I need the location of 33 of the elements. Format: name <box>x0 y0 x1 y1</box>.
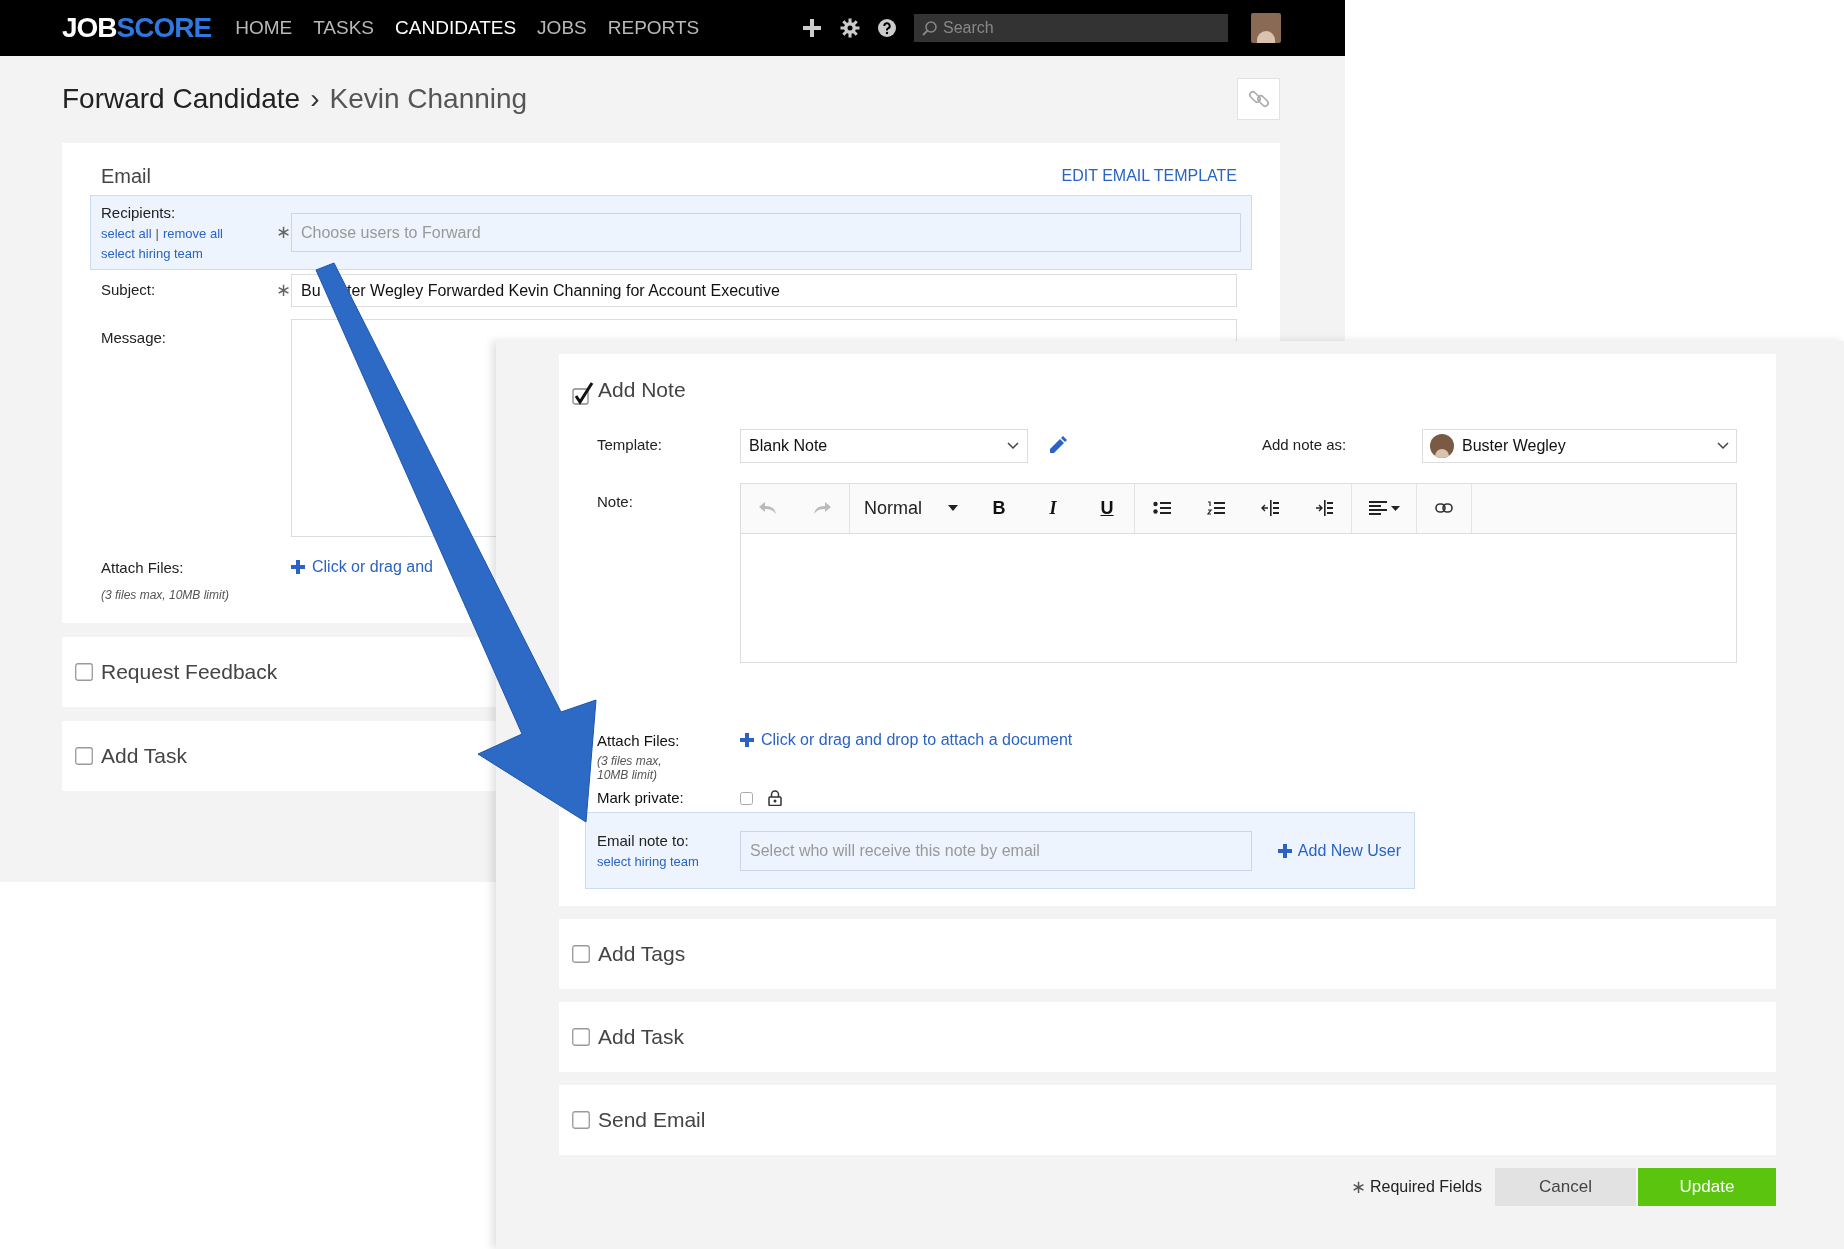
field-label: Subject: <box>101 280 157 301</box>
field-label: Mark private: <box>597 787 685 808</box>
logo-text: JOB <box>62 11 117 45</box>
required-fields-note: Required Fields <box>1369 1177 1482 1197</box>
subject-text: ter Wegley Forwarded Kevin Channing for Account Executive <box>347 280 780 301</box>
required-mark: ∗ <box>1350 1175 1366 1199</box>
section-label: Add Note <box>598 377 686 403</box>
page-title: Kevin Channing <box>329 82 528 116</box>
field-label: Email note to: <box>597 830 690 851</box>
field-label: Note: <box>597 491 634 512</box>
subject-text: Bu <box>301 280 322 301</box>
file-limit-note: (3 files max, 10MB limit) <box>101 586 231 604</box>
section-label: Send Email <box>598 1107 706 1134</box>
section-heading: Email <box>101 164 151 189</box>
link-divider: | <box>155 225 159 244</box>
section-label: Add Task <box>598 1024 684 1051</box>
dropdown-value: Normal <box>864 496 922 520</box>
field-label: Attach Files: <box>101 558 185 578</box>
dropdown-value: Blank Note <box>749 435 828 456</box>
required-mark: ∗ <box>276 221 291 244</box>
required-mark: ∗ <box>276 279 291 302</box>
dropdown-value: Buster Wegley <box>1462 435 1567 456</box>
field-label: Add note as: <box>1262 435 1348 456</box>
field-label: Recipients: <box>101 202 177 223</box>
file-limit-note: (3 files max, 10MB limit) <box>597 754 663 782</box>
field-label: Message: <box>101 328 168 348</box>
breadcrumb-separator: › <box>310 82 320 116</box>
field-label: Attach Files: <box>597 730 681 751</box>
logo-text: SCORE <box>116 11 212 45</box>
field-label: Template: <box>597 435 664 456</box>
section-label: Add Task <box>101 743 187 770</box>
section-label: Request Feedback <box>101 659 278 686</box>
section-label: Add Tags <box>598 941 686 968</box>
